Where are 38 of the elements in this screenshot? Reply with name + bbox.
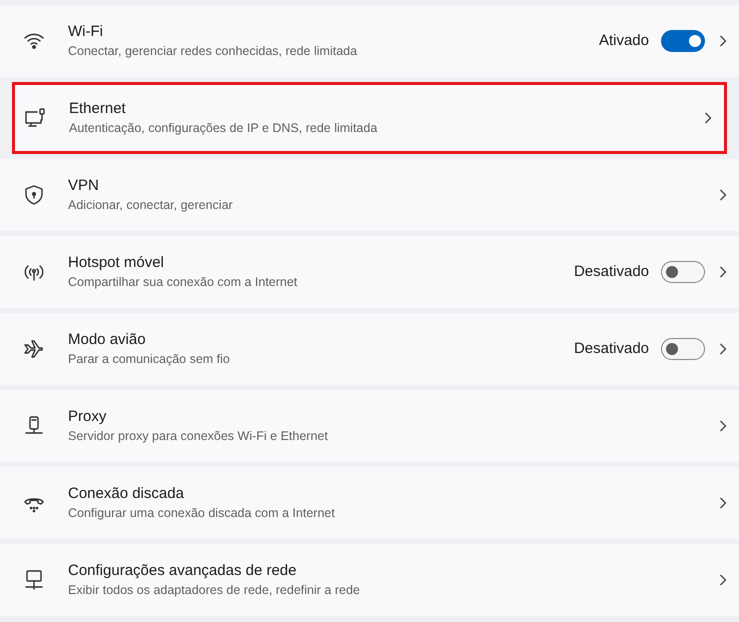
setting-description: Compartilhar sua conexão com a Internet <box>68 274 298 291</box>
toggle-switch[interactable] <box>661 338 705 360</box>
chevron-right-icon <box>719 189 727 201</box>
settings-row[interactable]: Modo avião Parar a comunicação sem fio Desativado <box>0 313 739 385</box>
chevron-right-icon <box>719 266 727 278</box>
toggle-status: Desativado <box>574 338 649 359</box>
chevron-right-icon <box>719 574 727 586</box>
setting-title: Proxy <box>68 407 108 427</box>
toggle-switch[interactable] <box>661 30 705 52</box>
setting-description: Configurar uma conexão discada com a Internet <box>68 505 336 522</box>
setting-title: Hotspot móvel <box>68 253 165 273</box>
setting-description: Exibir todos os adaptadores de rede, redefinir a rede <box>68 582 361 599</box>
settings-row[interactable]: Ethernet Autenticação, configurações de IP e DNS, rede limitada <box>12 82 727 154</box>
setting-description: Autenticação, configurações de IP e DNS, rede limitada <box>69 120 378 137</box>
settings-row[interactable]: Hotspot móvel Compartilhar sua conexão com a Internet Desativado <box>0 236 739 308</box>
settings-row[interactable]: Conexão discada Configurar uma conexão discada com a Internet <box>0 467 739 539</box>
chevron-right-icon <box>719 343 727 355</box>
chevron-right-icon <box>704 112 712 124</box>
settings-row[interactable]: Proxy Servidor proxy para conexões Wi-Fi e Ethernet <box>0 390 739 462</box>
chevron-right-icon <box>719 420 727 432</box>
setting-description: Adicionar, conectar, gerenciar <box>68 197 234 214</box>
chevron-right-icon <box>719 35 727 47</box>
setting-description: Conectar, gerenciar redes conhecidas, rede limitada <box>68 43 358 60</box>
settings-row[interactable]: Configurações avançadas de rede Exibir todos os adaptadores de rede, redefinir a rede <box>0 544 739 616</box>
chevron-right-icon <box>719 497 727 509</box>
setting-title: Wi-Fi <box>68 22 104 42</box>
setting-description: Servidor proxy para conexões Wi-Fi e Ethernet <box>68 428 329 445</box>
toggle-switch[interactable] <box>661 261 705 283</box>
toggle-status: Desativado <box>574 262 649 282</box>
settings-row[interactable]: VPN Adicionar, conectar, gerenciar <box>0 159 739 231</box>
setting-title: Modo avião <box>68 330 147 350</box>
setting-title: Conexão discada <box>68 484 185 504</box>
setting-title: Ethernet <box>69 99 127 119</box>
setting-title: Configurações avançadas de rede <box>68 561 298 581</box>
setting-description: Parar a comunicação sem fio <box>68 351 231 368</box>
toggle-status: Ativado <box>598 30 649 51</box>
setting-title: VPN <box>68 176 100 196</box>
settings-row[interactable]: Wi-Fi Conectar, gerenciar redes conhecidas, rede limitada Ativado <box>0 5 739 77</box>
